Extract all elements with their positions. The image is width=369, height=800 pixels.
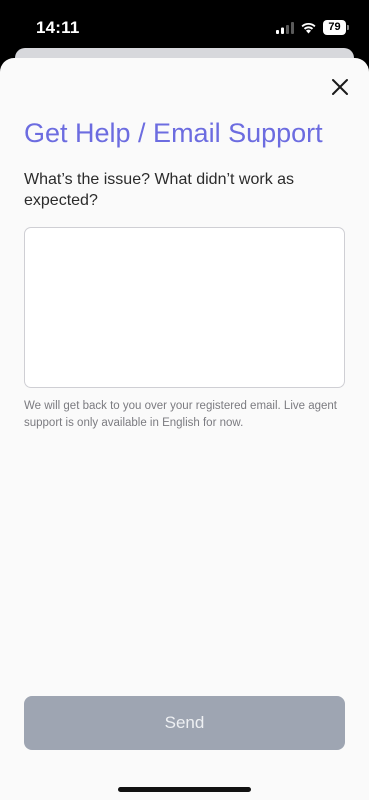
home-indicator: [118, 787, 251, 792]
battery-cap: [347, 25, 349, 30]
status-time: 14:11: [36, 18, 80, 37]
send-button[interactable]: Send: [24, 696, 345, 750]
cellular-signal-icon: [276, 22, 294, 34]
support-sheet: Get Help / Email Support What’s the issu…: [0, 58, 369, 800]
issue-textarea[interactable]: [24, 227, 345, 388]
helper-text: We will get back to you over your regist…: [24, 400, 337, 429]
wifi-icon: [301, 22, 316, 34]
close-icon[interactable]: [328, 75, 352, 99]
page-title: Get Help / Email Support: [24, 118, 323, 148]
battery-level: 79: [323, 20, 346, 35]
issue-question-label: What’s the issue? What didn’t work as ex…: [24, 171, 295, 209]
battery-icon: 79: [323, 20, 349, 35]
